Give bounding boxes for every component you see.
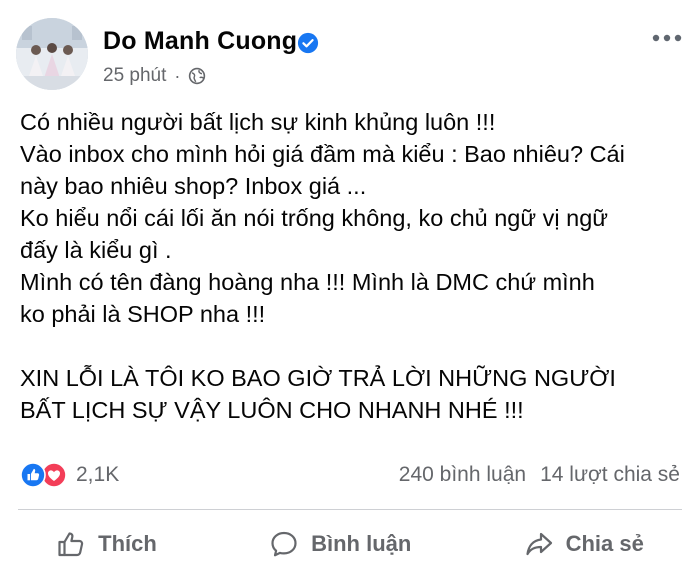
share-button[interactable]: Chia sẻ (506, 523, 662, 565)
verified-badge-icon (297, 32, 319, 54)
reaction-count: 2,1K (76, 463, 120, 486)
post-text-line: XIN LỖI LÀ TÔI KO BAO GIỜ TRẢ LỜI NHỮNG … (20, 365, 616, 391)
post-actions: Thích Bình luận Chia sẻ (0, 516, 700, 572)
reaction-icons (20, 461, 72, 489)
post-text-line: Vào inbox cho mình hỏi giá đầm mà kiểu :… (20, 141, 625, 167)
facebook-post: Do Manh Cuong 25 phút · Có nhiều người b… (0, 0, 700, 576)
globe-icon[interactable] (188, 67, 206, 85)
meta-separator: · (174, 65, 181, 86)
author-avatar[interactable] (16, 18, 88, 90)
like-label: Thích (98, 531, 157, 556)
comment-label: Bình luận (311, 531, 412, 556)
like-reaction-icon (20, 462, 46, 488)
post-text: Có nhiều người bất lịch sự kinh khủng lu… (20, 106, 685, 426)
post-meta: 25 phút · (103, 64, 206, 88)
post-text-line: BẤT LỊCH SỰ VẬY LUÔN CHO NHANH NHÉ !!! (20, 397, 524, 423)
more-options-icon (652, 34, 682, 42)
thumbs-up-icon (58, 532, 84, 557)
engagement-counts: 240 bình luận 14 lượt chia sẻ (399, 463, 680, 487)
more-options-button[interactable] (650, 24, 684, 52)
like-button[interactable]: Thích (38, 523, 175, 565)
divider (18, 509, 682, 510)
post-text-line: Ko hiểu nổi cái lối ăn nói trống không, … (20, 205, 609, 231)
comment-bubble-icon (271, 531, 297, 557)
post-text-line: đấy là kiểu gì . (20, 237, 172, 263)
post-text-line: này bao nhiêu shop? Inbox giá ... (20, 173, 367, 199)
comment-count[interactable]: 240 bình luận (399, 463, 526, 487)
post-timestamp[interactable]: 25 phút (103, 65, 166, 87)
post-text-line: ko phải là SHOP nha !!! (20, 301, 266, 327)
share-count[interactable]: 14 lượt chia sẻ (540, 463, 680, 487)
post-text-line: Có nhiều người bất lịch sự kinh khủng lu… (20, 109, 496, 135)
reactions-summary[interactable]: 2,1K (20, 460, 119, 490)
share-arrow-icon (525, 532, 552, 556)
post-text-line: Mình có tên đàng hoàng nha !!! Mình là D… (20, 269, 595, 295)
comment-button[interactable]: Bình luận (251, 523, 429, 565)
share-label: Chia sẻ (565, 531, 644, 556)
author-name[interactable]: Do Manh Cuong (103, 27, 297, 56)
